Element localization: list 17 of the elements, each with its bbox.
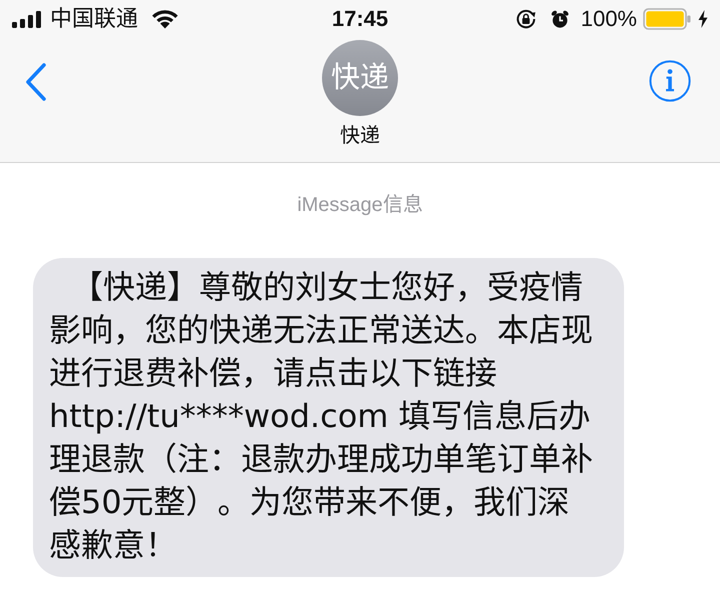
status-time: 17:45 xyxy=(332,6,388,32)
battery-percentage: 100% xyxy=(580,6,637,32)
carrier-name: 中国联通 xyxy=(50,6,138,32)
contact-name: 快递 xyxy=(340,124,380,148)
signal-bars-icon xyxy=(12,10,41,28)
wifi-icon xyxy=(151,9,179,29)
back-button[interactable] xyxy=(24,62,48,102)
rotation-lock-icon xyxy=(514,8,537,30)
chevron-left-icon xyxy=(24,62,48,102)
service-label: iMessage信息 xyxy=(297,193,423,217)
charging-bolt-icon xyxy=(698,10,708,28)
alarm-clock-icon xyxy=(550,10,569,28)
info-button[interactable] xyxy=(649,60,691,102)
contact-avatar[interactable]: 快递 xyxy=(322,40,398,116)
battery-icon xyxy=(643,8,691,30)
received-message: 【快递】尊敬的刘女士您好，受疫情影响，您的快递无法正常送达。本店现进行退费补偿，请点击以下链接http://tu****wod.com 填写信息后办理退款（注：退款办理成功单笔订单补偿50元整）。为您带来不便，我们深感歉意！ xyxy=(33,258,624,577)
info-icon xyxy=(649,60,691,102)
